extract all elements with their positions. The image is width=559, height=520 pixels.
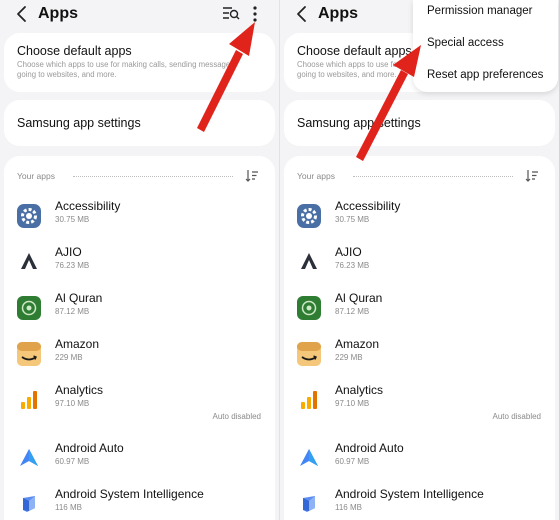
app-status: Auto disabled xyxy=(212,412,261,421)
android-auto-icon xyxy=(300,449,318,466)
app-size: 76.23 MB xyxy=(335,261,370,270)
app-row-accessibility[interactable]: Accessibility 30.75 MB xyxy=(284,198,555,244)
app-name: Analytics xyxy=(55,383,104,397)
system-intelligence-icon xyxy=(303,496,315,512)
app-row-amazon[interactable]: Amazon 229 MB xyxy=(284,336,555,382)
search-list-icon[interactable] xyxy=(222,5,240,21)
sort-icon[interactable] xyxy=(245,169,259,183)
your-apps-label: Your apps xyxy=(17,171,55,181)
choose-default-apps-title: Choose default apps xyxy=(297,44,412,58)
page-title: Apps xyxy=(38,5,78,22)
overflow-menu: Permission manager Special access Reset … xyxy=(413,0,558,92)
app-size: 60.97 MB xyxy=(55,457,90,466)
app-row-al-quran[interactable]: Al Quran 87.12 MB xyxy=(284,290,555,336)
app-name: Android Auto xyxy=(55,441,124,455)
app-name: AJIO xyxy=(55,245,82,259)
al-quran-icon xyxy=(297,296,321,320)
section-divider xyxy=(353,176,513,177)
analytics-icon xyxy=(301,391,317,409)
menu-item-special-access[interactable]: Special access xyxy=(427,37,504,49)
your-apps-card: Your apps Accessibility 30.75 MB AJIO 76… xyxy=(284,156,555,520)
choose-default-apps-title: Choose default apps xyxy=(17,44,132,58)
section-divider xyxy=(73,176,233,177)
your-apps-header: Your apps xyxy=(297,169,545,183)
app-size: 76.23 MB xyxy=(55,261,90,270)
sort-icon[interactable] xyxy=(525,169,539,183)
app-row-android-auto[interactable]: Android Auto 60.97 MB xyxy=(4,440,275,486)
amazon-icon xyxy=(17,342,41,366)
choose-default-apps-description: Choose which apps to use for making call… xyxy=(17,60,237,79)
app-row-al-quran[interactable]: Al Quran 87.12 MB xyxy=(4,290,275,336)
samsung-app-settings-card[interactable]: Samsung app settings xyxy=(284,100,555,146)
app-size: 229 MB xyxy=(335,353,363,362)
app-row-android-auto[interactable]: Android Auto 60.97 MB xyxy=(284,440,555,486)
choose-default-apps-card[interactable]: Choose default apps Choose which apps to… xyxy=(4,33,275,92)
app-name: AJIO xyxy=(335,245,362,259)
app-name: Amazon xyxy=(55,337,100,351)
apps-screen-left: Apps Choose default apps Choose which ap… xyxy=(0,0,279,520)
app-row-ajio[interactable]: AJIO 76.23 MB xyxy=(284,244,555,290)
app-name: Al Quran xyxy=(335,291,383,305)
back-arrow-icon[interactable] xyxy=(14,4,30,24)
al-quran-icon xyxy=(17,296,41,320)
samsung-app-settings-title: Samsung app settings xyxy=(297,116,421,130)
ajio-logo-icon xyxy=(298,251,320,273)
app-size: 116 MB xyxy=(335,503,362,512)
app-row-analytics[interactable]: Analytics 97.10 MB Auto disabled xyxy=(284,382,555,428)
your-apps-label: Your apps xyxy=(297,171,335,181)
app-name: Android Auto xyxy=(335,441,404,455)
more-options-icon[interactable] xyxy=(249,4,261,24)
app-size: 30.75 MB xyxy=(335,215,370,224)
app-name: Accessibility xyxy=(55,199,121,213)
app-size: 87.12 MB xyxy=(335,307,370,316)
app-name: Accessibility xyxy=(335,199,401,213)
app-row-android-system-intelligence[interactable]: Android System Intelligence 116 MB xyxy=(4,486,275,520)
app-name: Analytics xyxy=(335,383,384,397)
menu-item-permission-manager[interactable]: Permission manager xyxy=(427,5,532,17)
app-name: Al Quran xyxy=(55,291,103,305)
app-row-ajio[interactable]: AJIO 76.23 MB xyxy=(4,244,275,290)
menu-item-reset-app-preferences[interactable]: Reset app preferences xyxy=(427,69,543,81)
android-auto-icon xyxy=(20,449,38,466)
app-size: 97.10 MB xyxy=(335,399,370,408)
app-name: Android System Intelligence xyxy=(335,487,484,501)
your-apps-card: Your apps Accessibility 30.75 MB AJIO 76… xyxy=(4,156,275,520)
system-intelligence-icon xyxy=(23,496,35,512)
analytics-icon xyxy=(21,391,37,409)
app-name: Amazon xyxy=(335,337,380,351)
app-name: Android System Intelligence xyxy=(55,487,204,501)
gear-icon xyxy=(17,204,41,228)
app-size: 116 MB xyxy=(55,503,82,512)
ajio-logo-icon xyxy=(18,251,40,273)
page-title: Apps xyxy=(318,5,358,22)
app-size: 30.75 MB xyxy=(55,215,90,224)
samsung-app-settings-card[interactable]: Samsung app settings xyxy=(4,100,275,146)
app-row-android-system-intelligence[interactable]: Android System Intelligence 116 MB xyxy=(284,486,555,520)
app-row-amazon[interactable]: Amazon 229 MB xyxy=(4,336,275,382)
app-size: 229 MB xyxy=(55,353,83,362)
app-size: 60.97 MB xyxy=(335,457,370,466)
app-row-analytics[interactable]: Analytics 97.10 MB Auto disabled xyxy=(4,382,275,428)
gear-icon xyxy=(297,204,321,228)
app-bar: Apps xyxy=(0,0,279,30)
back-arrow-icon[interactable] xyxy=(294,4,310,24)
amazon-icon xyxy=(297,342,321,366)
app-size: 97.10 MB xyxy=(55,399,90,408)
app-status: Auto disabled xyxy=(492,412,541,421)
your-apps-header: Your apps xyxy=(17,169,265,183)
app-size: 87.12 MB xyxy=(55,307,90,316)
samsung-app-settings-title: Samsung app settings xyxy=(17,116,141,130)
app-row-accessibility[interactable]: Accessibility 30.75 MB xyxy=(4,198,275,244)
